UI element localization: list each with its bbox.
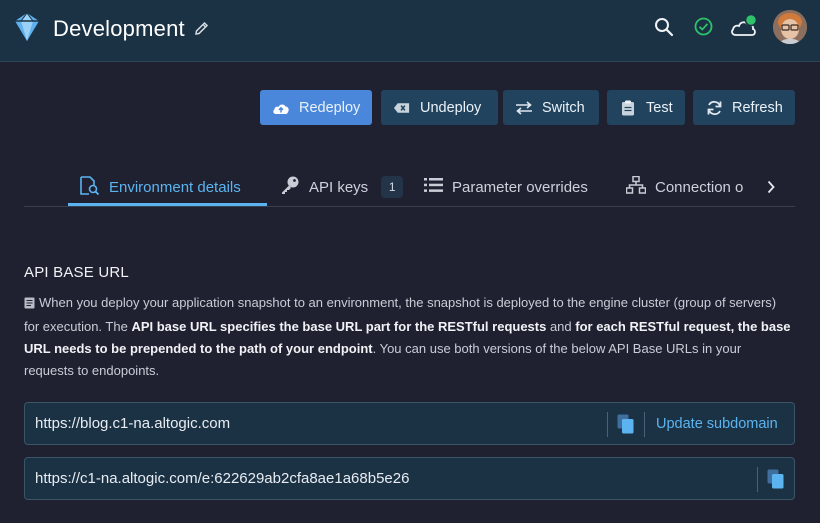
refresh-label: Refresh — [732, 99, 783, 116]
page-title: Development — [53, 16, 185, 41]
copy-icon[interactable] — [767, 469, 784, 494]
redeploy-button[interactable]: Redeploy — [260, 90, 372, 125]
note-icon — [24, 294, 35, 316]
switch-label: Switch — [542, 99, 585, 116]
check-circle-icon[interactable] — [694, 17, 713, 41]
clipboard-icon — [619, 100, 637, 116]
refresh-button[interactable]: Refresh — [693, 90, 795, 125]
undeploy-button[interactable]: Undeploy — [381, 90, 498, 125]
test-button[interactable]: Test — [607, 90, 685, 125]
tab-label: Environment details — [109, 178, 241, 196]
section-title: API BASE URL — [24, 264, 129, 281]
chevron-right-icon[interactable] — [766, 180, 776, 199]
top-bar: Development — [0, 0, 820, 62]
search-icon[interactable] — [654, 17, 674, 42]
update-subdomain-link[interactable]: Update subdomain — [656, 416, 778, 432]
undeploy-label: Undeploy — [420, 99, 482, 116]
tab-parameter-overrides[interactable]: Parameter overrides — [424, 168, 588, 206]
list-icon — [424, 177, 443, 197]
switch-button[interactable]: Switch — [503, 90, 599, 125]
network-icon — [625, 175, 647, 198]
redeploy-label: Redeploy — [299, 99, 361, 116]
swap-arrows-icon — [515, 100, 533, 116]
active-tab-indicator — [68, 203, 267, 206]
tab-bar: Environment details API keys 1 Parameter… — [24, 160, 795, 207]
key-icon — [280, 175, 300, 199]
custom-url-text[interactable]: https://blog.c1-na.altogic.com — [35, 415, 230, 432]
refresh-icon — [705, 100, 723, 116]
tab-environment-details[interactable]: Environment details — [80, 168, 241, 206]
tab-api-keys[interactable]: API keys 1 — [280, 168, 404, 206]
cloud-upload-icon — [272, 100, 290, 116]
custom-domain-url-field: https://blog.c1-na.altogic.com Update su… — [24, 402, 795, 445]
action-toolbar: Redeploy Undeploy Switch Test Refresh — [0, 90, 820, 126]
description-text: and — [546, 319, 576, 334]
section-description: When you deploy your application snapsho… — [24, 292, 794, 382]
test-label: Test — [646, 99, 673, 116]
count-badge: 1 — [381, 176, 404, 198]
env-url-text[interactable]: https://c1-na.altogic.com/e:622629ab2cfa… — [35, 470, 409, 487]
logo-icon[interactable] — [15, 12, 39, 46]
environment-url-field: https://c1-na.altogic.com/e:622629ab2cfa… — [24, 457, 795, 500]
divider — [644, 412, 645, 437]
document-search-icon — [80, 175, 100, 199]
delete-tag-icon — [393, 100, 411, 116]
pencil-icon[interactable] — [194, 21, 209, 41]
tab-label: API keys — [309, 178, 369, 196]
divider — [607, 412, 608, 437]
description-emphasis: API base URL specifies the base URL part… — [131, 319, 547, 334]
divider — [757, 467, 758, 492]
copy-icon[interactable] — [617, 414, 634, 439]
cloud-online-icon[interactable] — [730, 13, 758, 44]
tab-label: Connection o — [655, 178, 744, 196]
avatar[interactable] — [773, 10, 807, 44]
tab-connection[interactable]: Connection o — [625, 168, 744, 206]
tab-label: Parameter overrides — [452, 178, 588, 196]
